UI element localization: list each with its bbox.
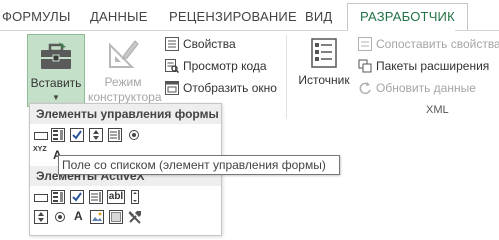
insert-controls-button[interactable]: Вставить ▼ [27,34,85,107]
expansion-packs-icon [358,59,372,73]
activex-list-box-icon[interactable] [89,190,103,204]
checkbox-control-icon[interactable] [70,128,84,142]
activex-spin-button-icon[interactable] [34,210,48,224]
list-box-control-icon[interactable] [108,128,122,142]
activex-scroll-bar-icon[interactable] [128,190,142,204]
properties-label: Свойства [183,37,236,51]
more-controls-icon[interactable] [128,210,142,224]
design-mode-icon [109,40,139,68]
tab-developer[interactable]: РАЗРАБОТЧИК [347,3,468,31]
activex-label-icon[interactable]: A [74,209,83,223]
insert-label: Вставить [30,76,82,90]
activex-text-box-icon[interactable]: abl [107,190,125,204]
combo-box-tooltip: Поле со списком (элемент управления форм… [58,155,340,175]
option-button-control-icon[interactable] [127,128,141,142]
view-code-label: Просмотр кода [183,59,267,73]
activex-button-icon[interactable] [34,191,48,205]
button-control-icon[interactable] [34,129,48,143]
form-controls-header: Элементы управления формы [30,104,221,124]
group-box-control[interactable]: XYZ [33,146,47,153]
tab-view[interactable]: ВИД [305,0,332,30]
group-separator [286,35,287,119]
refresh-data-icon [359,82,371,95]
toolbox-icon [41,42,71,69]
activex-toggle-button-icon[interactable] [109,210,123,224]
xml-source-icon [311,38,337,68]
activex-checkbox-icon[interactable] [70,190,84,204]
tab-data[interactable]: ДАННЫЕ [90,0,148,30]
refresh-data-label: Обновить данные [376,81,476,95]
map-properties-icon [358,37,372,51]
expansion-packs-label: Пакеты расширения [376,59,490,73]
properties-icon [165,37,179,51]
ribbon-tab-bar: ФОРМУЛЫ ДАННЫЕ РЕЦЕНЗИРОВАНИЕ ВИД РАЗРАБ… [0,0,499,31]
activex-image-icon[interactable] [90,210,104,224]
activex-option-button-icon[interactable] [53,210,67,224]
xml-source-label: Источник [298,73,350,87]
design-mode-button[interactable]: Режим конструктора [88,35,162,105]
spin-button-control-icon[interactable] [89,128,103,142]
design-mode-label-1: Режим [104,75,142,89]
dropdown-caret-icon: ▼ [52,93,60,102]
map-properties-label: Сопоставить свойства [376,37,499,51]
run-dialog-icon [165,81,179,95]
combo-box-control-icon[interactable] [51,128,65,142]
activex-combo-box-icon[interactable] [51,190,65,204]
xml-source-button[interactable]: Источник [295,35,353,103]
run-dialog-label: Отобразить окно [183,81,277,95]
view-code-icon [165,59,179,73]
tab-review[interactable]: РЕЦЕНЗИРОВАНИЕ [169,0,297,30]
xml-group-label: XML [426,104,449,116]
tab-formulas[interactable]: ФОРМУЛЫ [2,0,71,30]
